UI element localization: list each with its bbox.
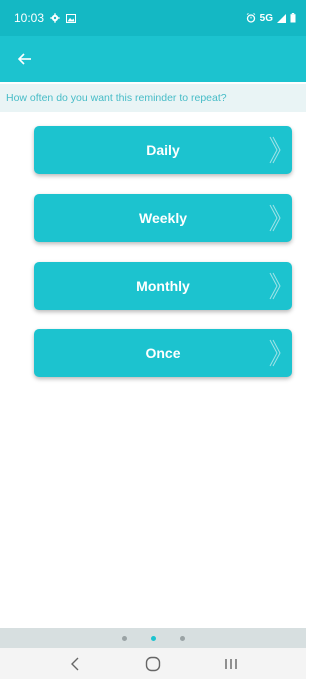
recents-icon bbox=[225, 658, 237, 669]
double-chevron-right-icon bbox=[269, 204, 281, 232]
signal-icon bbox=[277, 13, 286, 23]
image-icon bbox=[66, 13, 77, 23]
page-dot bbox=[121, 635, 127, 641]
page-dot-active bbox=[150, 635, 156, 641]
system-nav-bar bbox=[0, 648, 306, 679]
status-left: 10:03 bbox=[14, 11, 77, 25]
page-dot bbox=[179, 635, 185, 641]
network-label: 5G bbox=[259, 12, 273, 24]
option-weekly-button[interactable]: Weekly bbox=[34, 194, 292, 242]
option-once-button[interactable]: Once bbox=[34, 329, 292, 377]
status-time: 10:03 bbox=[14, 11, 45, 25]
home-circle-icon bbox=[145, 656, 161, 671]
option-label: Daily bbox=[146, 142, 180, 158]
app-bar bbox=[0, 36, 306, 82]
option-monthly-button[interactable]: Monthly bbox=[34, 262, 292, 310]
option-label: Weekly bbox=[139, 210, 187, 226]
prompt-text: How often do you want this reminder to r… bbox=[6, 92, 227, 104]
alarm-icon bbox=[246, 13, 256, 23]
back-arrow-button[interactable] bbox=[18, 53, 32, 65]
settings-gear-icon bbox=[50, 13, 60, 23]
double-chevron-right-icon bbox=[269, 136, 281, 164]
double-chevron-right-icon bbox=[269, 339, 281, 367]
option-label: Monthly bbox=[136, 278, 190, 294]
status-right: 5G bbox=[246, 13, 296, 24]
nav-recents-button[interactable] bbox=[211, 652, 251, 676]
battery-icon bbox=[290, 13, 296, 23]
nav-home-button[interactable] bbox=[133, 652, 173, 676]
nav-back-button[interactable] bbox=[55, 652, 95, 676]
prompt-bar: How often do you want this reminder to r… bbox=[0, 84, 306, 112]
page-indicator bbox=[0, 628, 306, 648]
back-chevron-icon bbox=[71, 657, 79, 670]
option-daily-button[interactable]: Daily bbox=[34, 126, 292, 174]
arrow-left-icon bbox=[18, 53, 31, 65]
status-bar: 10:03 5G bbox=[0, 0, 306, 36]
double-chevron-right-icon bbox=[269, 272, 281, 300]
option-label: Once bbox=[145, 345, 181, 361]
